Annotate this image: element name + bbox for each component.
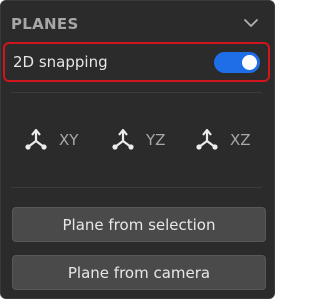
axis-tripod-icon (25, 128, 47, 150)
planes-panel: PLANES 2D snapping XY YZ XZ Plane from s… (0, 0, 275, 299)
axis-tripod-icon (196, 128, 218, 150)
plane-xy-button[interactable]: XY (23, 123, 89, 157)
plane-from-camera-button[interactable]: Plane from camera (12, 255, 266, 290)
plane-xz-button[interactable]: XZ (194, 123, 260, 157)
plane-yz-label: YZ (146, 131, 166, 149)
plane-yz-button[interactable]: YZ (110, 123, 176, 157)
panel-title: PLANES (11, 15, 79, 33)
panel-header[interactable]: PLANES (11, 12, 260, 36)
snapping-toggle[interactable] (214, 52, 260, 73)
toggle-knob (242, 55, 257, 70)
axis-tripod-icon (112, 128, 134, 150)
snapping-row: 2D snapping (3, 42, 270, 82)
divider (11, 187, 262, 188)
plane-xy-label: XY (59, 131, 79, 149)
divider (11, 92, 262, 93)
plane-from-selection-button[interactable]: Plane from selection (12, 207, 266, 242)
plane-xz-label: XZ (230, 131, 251, 149)
snapping-label: 2D snapping (13, 53, 108, 71)
chevron-down-icon[interactable] (244, 18, 258, 28)
plane-buttons: XY YZ XZ (23, 123, 263, 157)
